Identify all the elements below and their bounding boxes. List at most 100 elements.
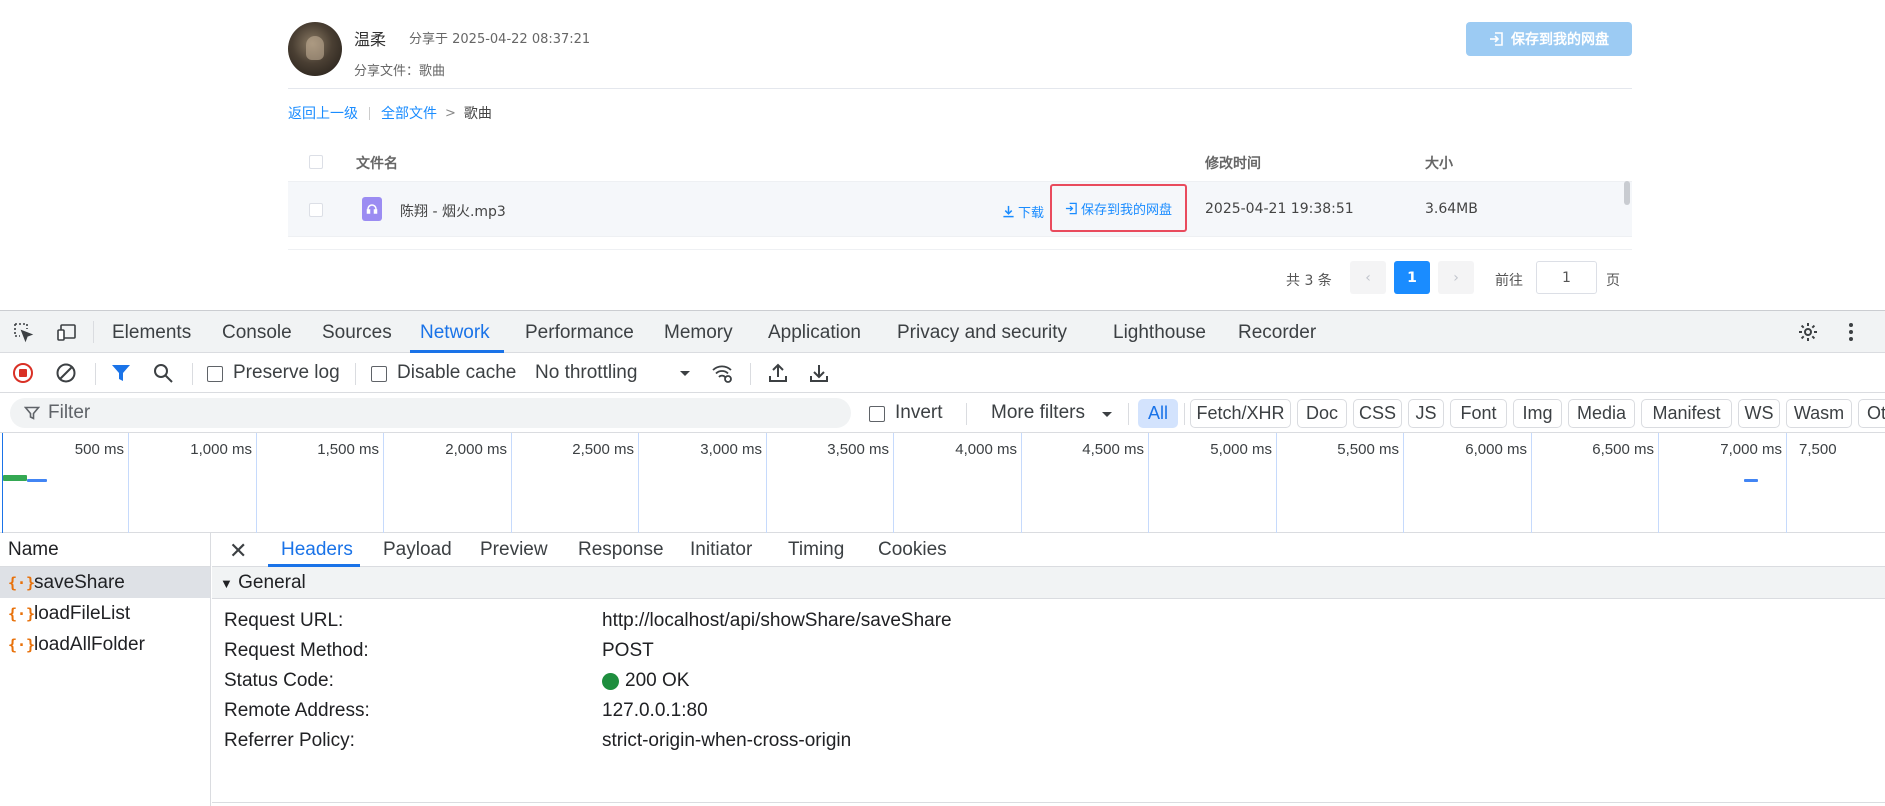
- timeline-gridline: [1403, 433, 1404, 533]
- type-filter-manifest[interactable]: Manifest: [1641, 399, 1732, 428]
- close-icon[interactable]: ✕: [229, 538, 247, 564]
- record-stop-icon[interactable]: [10, 360, 36, 386]
- separator: [966, 403, 967, 425]
- header-value-request-method[interactable]: POST: [602, 640, 654, 662]
- avatar: [288, 22, 342, 76]
- status-code-text: 200 OK: [625, 670, 690, 691]
- tab-preview[interactable]: Preview: [480, 539, 548, 561]
- request-row-loadallfolder[interactable]: {·} loadAllFolder: [0, 629, 210, 660]
- type-filter-css[interactable]: CSS: [1353, 399, 1402, 428]
- settings-gear-icon[interactable]: [1795, 319, 1821, 345]
- timeline-tick-label: 500 ms: [74, 441, 124, 458]
- more-options-icon[interactable]: [1838, 319, 1864, 345]
- table-row[interactable]: 陈翔 - 烟火.mp3 下载 保存到我的网盘 2025-04-21 19:38:…: [288, 181, 1632, 237]
- search-icon[interactable]: [150, 360, 176, 386]
- import-icon: [1490, 32, 1503, 46]
- invert-checkbox[interactable]: [869, 406, 885, 422]
- tab-performance[interactable]: Performance: [525, 322, 634, 344]
- timeline-gridline: [766, 433, 767, 533]
- tab-application[interactable]: Application: [768, 322, 861, 344]
- preserve-log-checkbox[interactable]: [207, 366, 223, 382]
- devtools-tab-bar: Elements Console Sources Network Perform…: [0, 311, 1885, 353]
- tab-response[interactable]: Response: [578, 539, 664, 561]
- save-to-drive-button[interactable]: 保存到我的网盘: [1466, 22, 1632, 56]
- tab-network[interactable]: Network: [420, 322, 490, 344]
- tab-privacy-security[interactable]: Privacy and security: [897, 322, 1067, 344]
- export-har-icon[interactable]: [806, 360, 832, 386]
- request-row-loadfilelist[interactable]: {·} loadFileList: [0, 598, 210, 629]
- select-all-checkbox[interactable]: [309, 155, 323, 169]
- header-value-remote-address[interactable]: 127.0.0.1:80: [602, 700, 708, 722]
- header-value-request-url[interactable]: http://localhost/api/showShare/saveShare: [602, 610, 952, 632]
- chevron-right-icon: >: [445, 105, 456, 121]
- general-section-header[interactable]: ▼ General: [212, 567, 1885, 599]
- dropdown-arrow-icon[interactable]: [672, 360, 698, 386]
- tab-lighthouse[interactable]: Lighthouse: [1113, 322, 1206, 344]
- file-name[interactable]: 陈翔 - 烟火.mp3: [400, 201, 506, 221]
- pagination-prev-button[interactable]: ‹: [1350, 261, 1386, 294]
- tab-initiator[interactable]: Initiator: [690, 539, 752, 561]
- row-checkbox[interactable]: [309, 203, 323, 217]
- type-filter-wasm[interactable]: Wasm: [1786, 399, 1852, 428]
- timeline-tick-label: 4,000 ms: [955, 441, 1017, 458]
- tab-cookies[interactable]: Cookies: [878, 539, 947, 561]
- clear-icon[interactable]: [53, 360, 79, 386]
- timeline-tick-label: 3,500 ms: [827, 441, 889, 458]
- network-conditions-icon[interactable]: [709, 360, 735, 386]
- filter-funnel-icon[interactable]: [108, 360, 134, 386]
- tab-memory[interactable]: Memory: [664, 322, 733, 344]
- tab-payload[interactable]: Payload: [383, 539, 452, 561]
- tab-timing[interactable]: Timing: [788, 539, 844, 561]
- tab-console[interactable]: Console: [222, 322, 292, 344]
- timeline-request-bar: [3, 475, 27, 481]
- header-value-status-code[interactable]: 200 OK: [602, 670, 689, 692]
- type-filter-ws[interactable]: WS: [1738, 399, 1780, 428]
- tab-headers[interactable]: Headers: [281, 539, 353, 561]
- type-filter-font[interactable]: Font: [1450, 399, 1507, 428]
- column-header-name[interactable]: 文件名: [356, 153, 398, 173]
- goto-page-input[interactable]: 1: [1536, 261, 1597, 294]
- pagination-page-1[interactable]: 1: [1394, 261, 1430, 294]
- tab-sources[interactable]: Sources: [322, 322, 392, 344]
- type-filter-media[interactable]: Media: [1568, 399, 1635, 428]
- type-filter-fetch-xhr[interactable]: Fetch/XHR: [1190, 399, 1291, 428]
- more-filters-button[interactable]: More filters: [991, 402, 1085, 424]
- breadcrumb-current: 歌曲: [463, 106, 492, 122]
- pagination-total: 共 3 条: [1286, 273, 1332, 289]
- filter-input[interactable]: Filter: [10, 398, 851, 428]
- type-filter-other[interactable]: Oth: [1858, 399, 1885, 428]
- back-link[interactable]: 返回上一级: [288, 103, 358, 123]
- column-header-size[interactable]: 大小: [1425, 153, 1453, 173]
- timeline-gridline: [638, 433, 639, 533]
- type-filter-all[interactable]: All: [1138, 399, 1178, 428]
- request-detail-pane: ✕ Headers Payload Preview Response Initi…: [212, 533, 1885, 806]
- throttling-select[interactable]: No throttling: [535, 362, 637, 384]
- timeline-gridline: [1148, 433, 1149, 533]
- timeline-gridline: [511, 433, 512, 533]
- sharer-name[interactable]: 温柔: [354, 26, 386, 50]
- row-save-to-drive-link[interactable]: 保存到我的网盘: [1050, 184, 1187, 232]
- column-header-modified[interactable]: 修改时间: [1205, 153, 1261, 173]
- table-scrollbar[interactable]: [1624, 181, 1630, 205]
- import-har-icon[interactable]: [765, 360, 791, 386]
- dropdown-arrow-icon[interactable]: [1094, 401, 1120, 427]
- type-filter-img[interactable]: Img: [1513, 399, 1562, 428]
- type-filter-js[interactable]: JS: [1408, 399, 1444, 428]
- header-value-referrer-policy[interactable]: strict-origin-when-cross-origin: [602, 730, 851, 752]
- name-column-header[interactable]: Name: [0, 533, 211, 567]
- pagination-next-button[interactable]: ›: [1438, 261, 1474, 294]
- type-filter-doc[interactable]: Doc: [1297, 399, 1347, 428]
- request-row-saveshare[interactable]: {·} saveShare: [0, 567, 210, 598]
- tab-recorder[interactable]: Recorder: [1238, 322, 1316, 344]
- tab-elements[interactable]: Elements: [112, 322, 191, 344]
- network-timeline-overview[interactable]: 500 ms 1,000 ms 1,500 ms 2,000 ms 2,500 …: [0, 433, 1885, 533]
- separator: [95, 363, 96, 385]
- timeline-tick-label: 5,000 ms: [1210, 441, 1272, 458]
- download-link[interactable]: 下载: [1002, 202, 1044, 221]
- device-toolbar-icon[interactable]: [54, 319, 80, 345]
- inspect-element-icon[interactable]: [10, 319, 36, 345]
- timeline-gridline: [256, 433, 257, 533]
- all-files-link[interactable]: 全部文件: [381, 103, 437, 123]
- disable-cache-checkbox[interactable]: [371, 366, 387, 382]
- xhr-braces-icon: {·}: [8, 604, 36, 623]
